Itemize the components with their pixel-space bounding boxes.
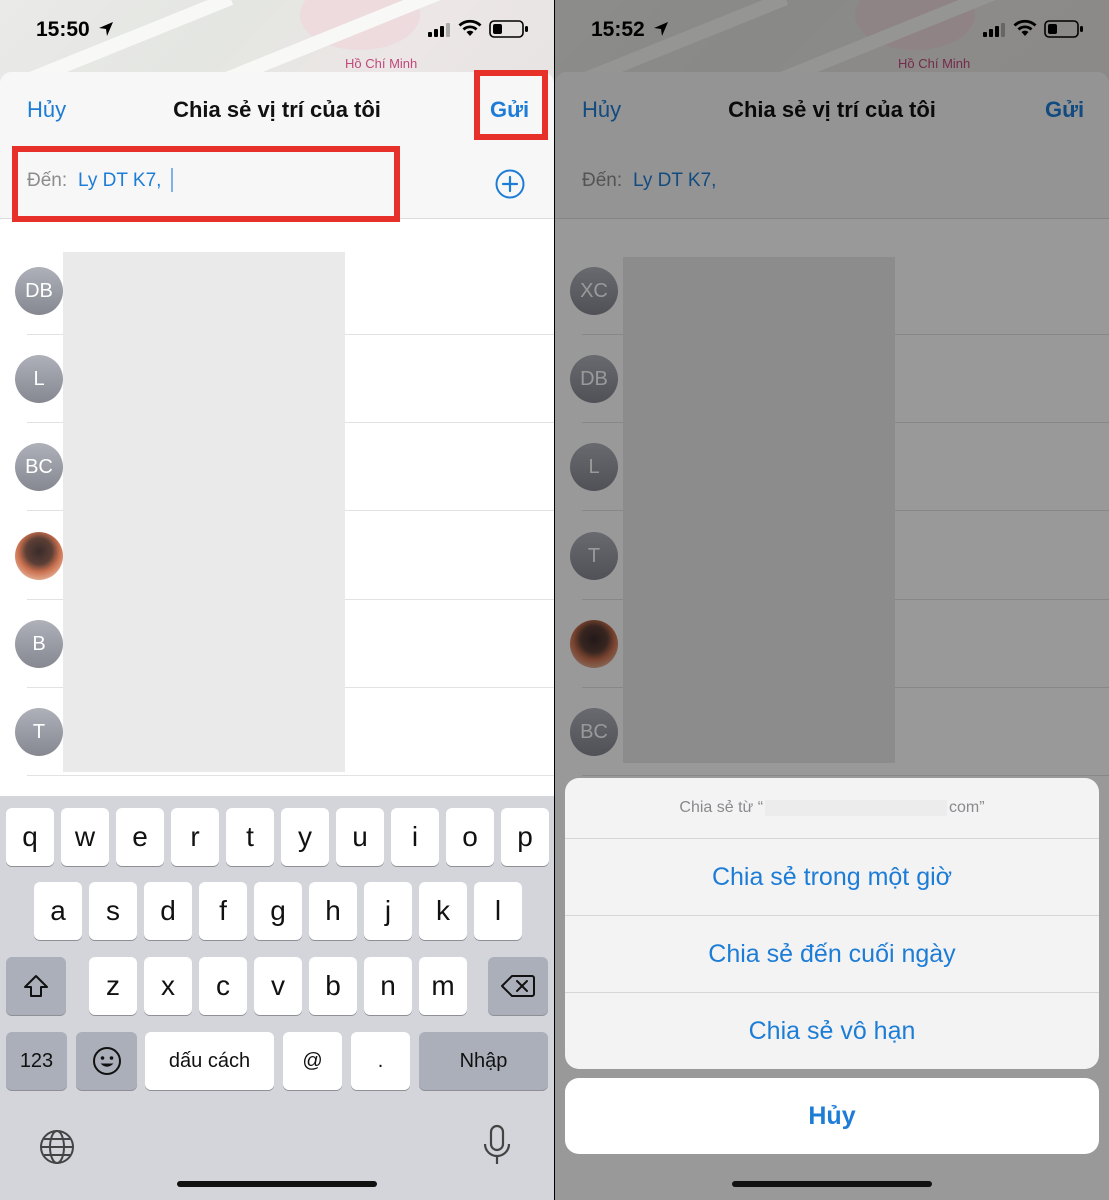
- home-indicator: [732, 1181, 932, 1187]
- battery-icon: [489, 20, 528, 38]
- globe-icon[interactable]: [38, 1128, 76, 1166]
- share-one-hour-option[interactable]: Chia sẻ trong một giờ: [565, 839, 1099, 916]
- emoji-icon: [92, 1047, 121, 1075]
- key-j[interactable]: j: [364, 882, 412, 940]
- key-r[interactable]: r: [171, 808, 219, 866]
- key-p[interactable]: p: [501, 808, 549, 866]
- at-key[interactable]: @: [283, 1032, 342, 1090]
- shift-arrow-icon: [24, 975, 48, 997]
- avatar: B: [15, 620, 63, 668]
- key-q[interactable]: q: [6, 808, 54, 866]
- key-m[interactable]: m: [419, 957, 467, 1015]
- keyboard: q w e r t y u i o p a s d f g h j k l z …: [0, 796, 554, 1200]
- key-y[interactable]: y: [281, 808, 329, 866]
- key-v[interactable]: v: [254, 957, 302, 1015]
- key-o[interactable]: o: [446, 808, 494, 866]
- numbers-key[interactable]: 123: [6, 1032, 67, 1090]
- key-z[interactable]: z: [89, 957, 137, 1015]
- key-d[interactable]: d: [144, 882, 192, 940]
- action-sheet-header-prefix: Chia sẻ từ “: [679, 799, 764, 816]
- action-sheet-header: Chia sẻ từ “ com”: [565, 778, 1099, 839]
- shift-key[interactable]: [6, 957, 66, 1015]
- action-sheet-cancel-button[interactable]: Hủy: [565, 1078, 1099, 1154]
- right-screen: Hồ Chí Minh 15:52 Hủy Chia sẻ vị trí của…: [555, 0, 1109, 1200]
- key-a[interactable]: a: [34, 882, 82, 940]
- avatar-photo: [15, 532, 63, 580]
- key-s[interactable]: s: [89, 882, 137, 940]
- key-t[interactable]: t: [226, 808, 274, 866]
- key-w[interactable]: w: [61, 808, 109, 866]
- home-indicator: [177, 1181, 377, 1187]
- backspace-key[interactable]: [488, 957, 548, 1015]
- highlight-send-button: [474, 70, 548, 140]
- page-title: Chia sẻ vị trí của tôi: [173, 97, 381, 122]
- location-arrow-icon: [99, 22, 113, 36]
- space-key[interactable]: dấu cách: [145, 1032, 274, 1090]
- key-b[interactable]: b: [309, 957, 357, 1015]
- microphone-icon[interactable]: [482, 1124, 512, 1168]
- left-screen: Hồ Chí Minh 15:50 Hủy Chia sẻ vị trí của…: [0, 0, 554, 1200]
- backspace-icon: [501, 975, 535, 997]
- highlight-recipient-field: [12, 146, 400, 222]
- key-g[interactable]: g: [254, 882, 302, 940]
- clock: 15:50: [36, 18, 90, 41]
- share-duration-action-sheet: Chia sẻ từ “ com” Chia sẻ trong một giờ …: [565, 778, 1099, 1069]
- cellular-signal-icon: [428, 23, 450, 37]
- key-x[interactable]: x: [144, 957, 192, 1015]
- key-e[interactable]: e: [116, 808, 164, 866]
- avatar: L: [15, 355, 63, 403]
- key-h[interactable]: h: [309, 882, 357, 940]
- key-f[interactable]: f: [199, 882, 247, 940]
- avatar: T: [15, 708, 63, 756]
- key-n[interactable]: n: [364, 957, 412, 1015]
- avatar: BC: [15, 443, 63, 491]
- key-l[interactable]: l: [474, 882, 522, 940]
- return-key[interactable]: Nhập: [419, 1032, 548, 1090]
- wifi-icon: [458, 19, 482, 36]
- emoji-key[interactable]: [76, 1032, 137, 1090]
- key-c[interactable]: c: [199, 957, 247, 1015]
- redacted-email: [765, 800, 948, 816]
- key-i[interactable]: i: [391, 808, 439, 866]
- status-bar: 15:50: [0, 0, 554, 60]
- key-k[interactable]: k: [419, 882, 467, 940]
- avatar: DB: [15, 267, 63, 315]
- action-sheet-header-suffix: com”: [949, 799, 985, 816]
- add-contact-plus-icon[interactable]: [494, 168, 526, 200]
- key-u[interactable]: u: [336, 808, 384, 866]
- share-end-of-day-option[interactable]: Chia sẻ đến cuối ngày: [565, 916, 1099, 993]
- share-indefinitely-option[interactable]: Chia sẻ vô hạn: [565, 993, 1099, 1069]
- redacted-names-block: [63, 252, 345, 772]
- dot-key[interactable]: .: [351, 1032, 410, 1090]
